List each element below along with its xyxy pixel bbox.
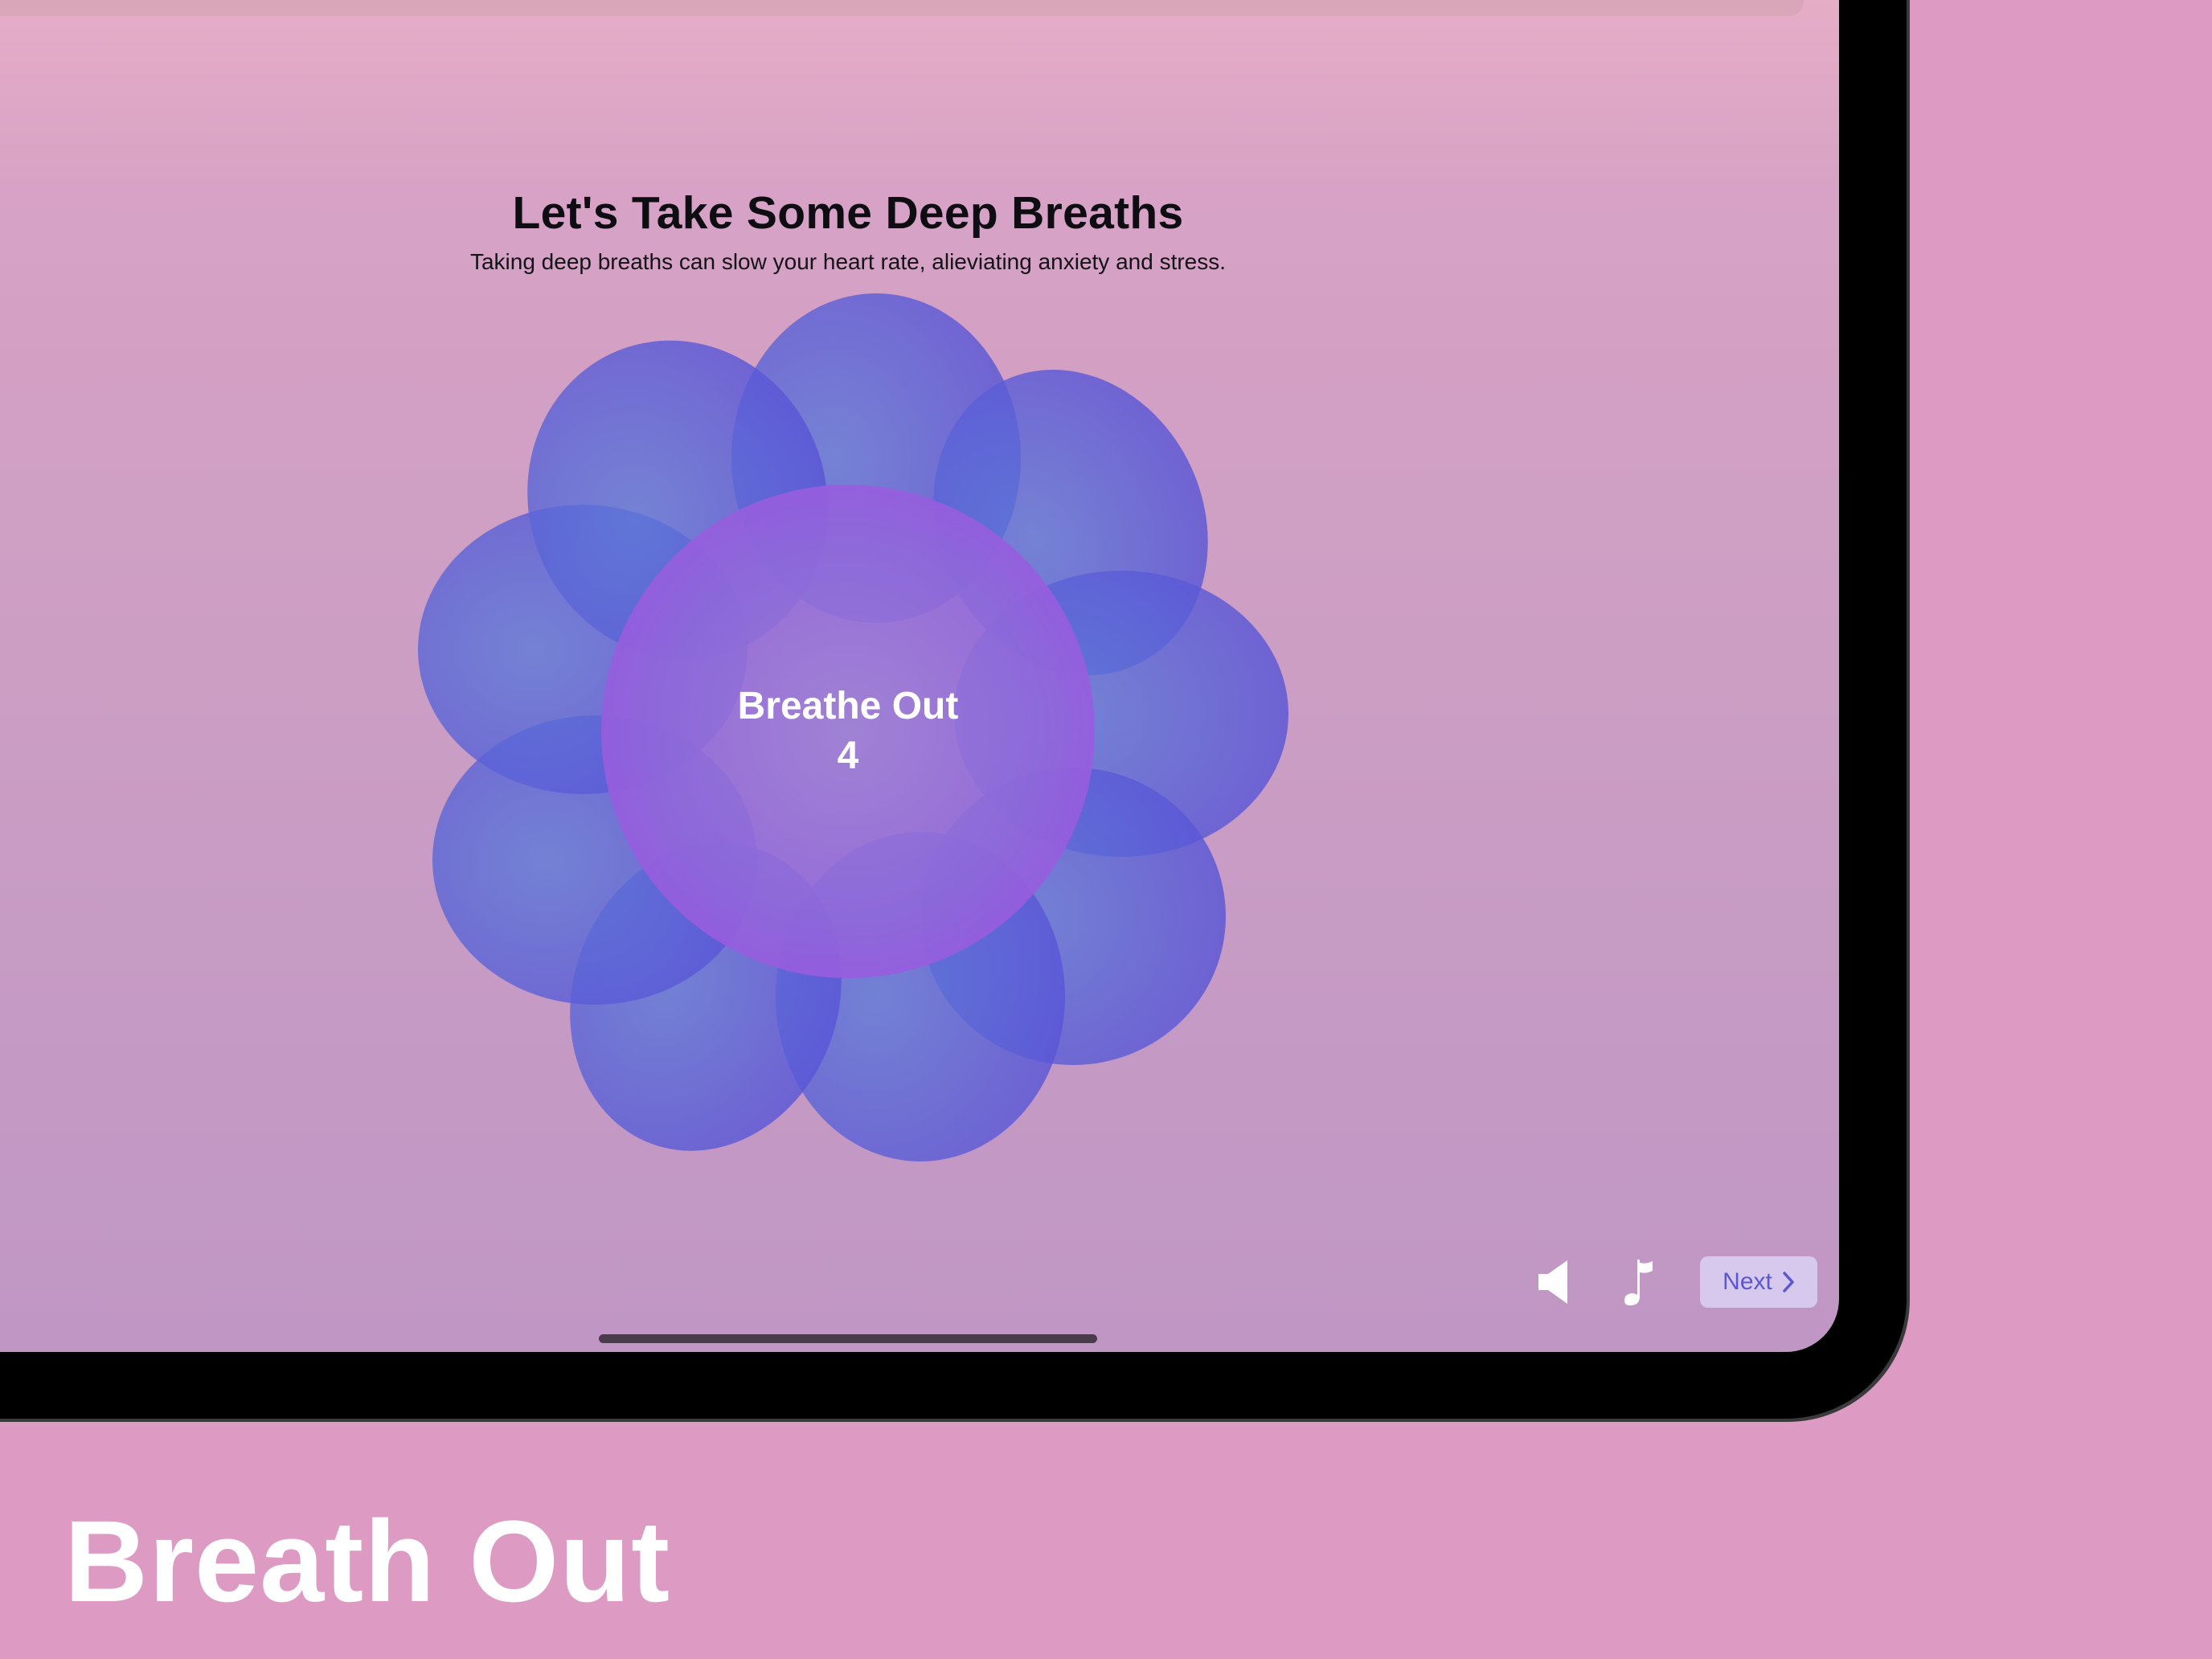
promo-caption: Breath Out bbox=[64, 1497, 671, 1626]
speaker-icon[interactable] bbox=[1530, 1256, 1578, 1308]
chevron-right-icon bbox=[1783, 1272, 1794, 1292]
app-screen: Let's Take Some Deep Breaths Taking deep… bbox=[0, 0, 1839, 1352]
breath-status: Breathe Out 4 bbox=[687, 682, 1009, 781]
next-button[interactable]: Next bbox=[1700, 1256, 1817, 1308]
promo-stage: Let's Take Some Deep Breaths Taking deep… bbox=[0, 0, 2212, 1659]
speaker-icon-glyph bbox=[1538, 1260, 1567, 1304]
breath-phase: Breathe Out bbox=[737, 685, 959, 727]
breathing-flower bbox=[418, 293, 1288, 1161]
bottom-controls: Next bbox=[1530, 1256, 1817, 1308]
next-label: Next bbox=[1722, 1268, 1772, 1295]
home-indicator[interactable] bbox=[599, 1334, 1097, 1343]
device-bezel: Let's Take Some Deep Breaths Taking deep… bbox=[0, 0, 1907, 1419]
music-note-icon[interactable] bbox=[1615, 1256, 1663, 1308]
music-note-icon-glyph bbox=[1624, 1260, 1653, 1306]
breath-count: 4 bbox=[837, 735, 859, 777]
